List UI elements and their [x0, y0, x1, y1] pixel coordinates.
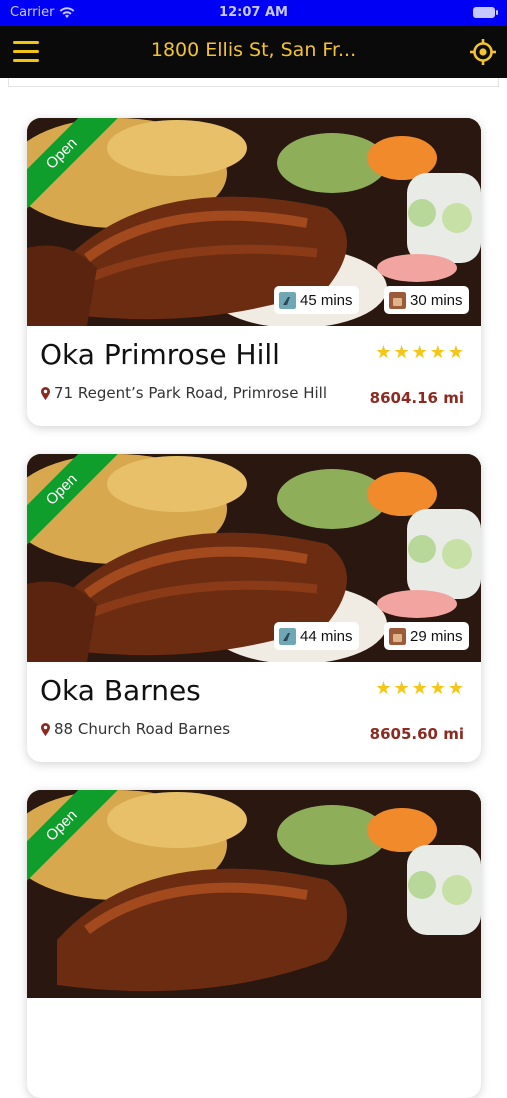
location-pin-icon: [41, 386, 50, 400]
restaurant-name: Oka Barnes: [40, 674, 201, 707]
restaurant-distance: 8605.60 mi: [369, 725, 464, 743]
restaurant-address: 88 Church Road Barnes: [41, 720, 230, 738]
drive-icon: [389, 627, 406, 645]
hamburger-icon-line: [13, 59, 39, 62]
drive-icon: [389, 291, 406, 309]
restaurant-address: 71 Regent’s Park Road, Primrose Hill: [41, 384, 327, 402]
restaurant-image: Open: [27, 790, 481, 998]
hamburger-icon-line: [13, 50, 39, 53]
address-text: 71 Regent’s Park Road, Primrose Hill: [54, 384, 328, 402]
walk-icon: [279, 627, 296, 645]
drive-time: 29 mins: [410, 627, 463, 645]
navigation-bar: 1800 Ellis St, San Fr...: [0, 26, 507, 78]
restaurant-distance: 8604.16 mi: [369, 389, 464, 407]
rating-stars: ★★★★★: [375, 678, 466, 699]
status-bar: Carrier 12:07 AM: [0, 0, 507, 26]
crosshair-icon[interactable]: [469, 38, 497, 66]
drive-time-badge: 29 mins: [384, 622, 469, 650]
restaurant-image: Open 44 mins 29 mins: [27, 454, 481, 662]
battery-icon: [473, 7, 498, 18]
rating-stars: ★★★★★: [375, 342, 466, 363]
address-text: 88 Church Road Barnes: [54, 720, 231, 738]
walk-time-badge: 44 mins: [274, 622, 359, 650]
walk-time: 44 mins: [300, 627, 353, 645]
walk-icon: [279, 291, 296, 309]
status-time: 12:07 AM: [219, 5, 288, 20]
restaurant-card[interactable]: Open 44 mins 29 mins Oka Barnes ★★★★★ 88…: [27, 454, 481, 762]
food-photo: [27, 790, 481, 998]
hamburger-icon: [13, 41, 39, 44]
location-pin-icon: [41, 722, 50, 736]
drive-time-badge: 30 mins: [384, 286, 469, 314]
search-bar-edge[interactable]: [8, 78, 499, 87]
restaurant-card[interactable]: Open: [27, 790, 481, 1098]
restaurant-card[interactable]: Open 45 mins 30 mins Oka Primrose Hill ★…: [27, 118, 481, 426]
location-title[interactable]: 1800 Ellis St, San Fr...: [60, 39, 447, 61]
walk-time: 45 mins: [300, 291, 353, 309]
restaurant-image: Open 45 mins 30 mins: [27, 118, 481, 326]
restaurant-name: Oka Primrose Hill: [40, 338, 280, 371]
menu-button[interactable]: [13, 41, 39, 63]
walk-time-badge: 45 mins: [274, 286, 359, 314]
drive-time: 30 mins: [410, 291, 463, 309]
